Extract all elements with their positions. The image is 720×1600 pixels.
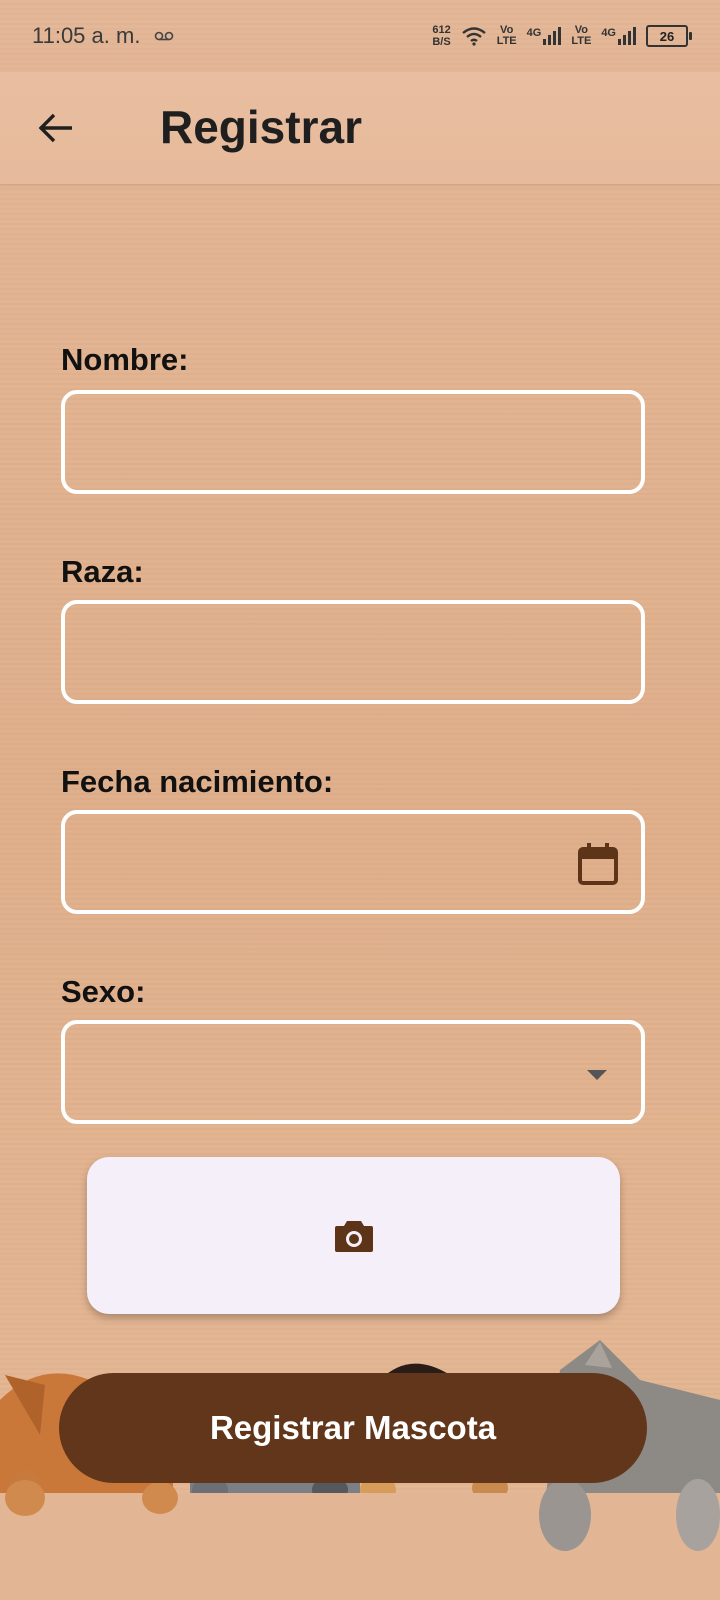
status-right: 612 B/S Vo LTE 4G Vo LTE 4G 26 bbox=[432, 24, 692, 48]
camera-icon bbox=[334, 1220, 373, 1252]
signal-bars-2-icon bbox=[618, 27, 636, 45]
volte-1-bottom: LTE bbox=[496, 35, 517, 47]
raza-label: Raza: bbox=[61, 554, 144, 589]
battery-icon: 26 bbox=[646, 25, 692, 47]
status-bar: 11:05 a. m. 612 B/S Vo LTE 4G Vo LTE 4G … bbox=[0, 0, 720, 72]
calendar-icon[interactable] bbox=[577, 842, 619, 886]
battery-level: 26 bbox=[659, 28, 675, 44]
register-pet-button[interactable]: Registrar Mascota bbox=[59, 1373, 647, 1483]
raza-input[interactable] bbox=[65, 604, 641, 700]
network-type-2: 4G bbox=[601, 27, 616, 39]
fecha-field[interactable] bbox=[61, 810, 645, 914]
nombre-field[interactable] bbox=[61, 390, 645, 494]
volte-2-bottom: LTE bbox=[571, 35, 592, 47]
network-speed-unit: B/S bbox=[432, 36, 451, 48]
network-type-1: 4G bbox=[526, 27, 542, 39]
network-speed: 612 B/S bbox=[432, 24, 450, 48]
volte-1: Vo LTE bbox=[497, 25, 517, 47]
page-title: Registrar bbox=[160, 101, 362, 153]
raza-field[interactable] bbox=[61, 600, 645, 704]
nombre-label: Nombre: bbox=[61, 342, 189, 377]
signal-1: 4G bbox=[527, 27, 562, 45]
clock: 11:05 a. m. bbox=[32, 23, 141, 48]
sexo-select[interactable] bbox=[61, 1020, 645, 1124]
add-photo-button[interactable] bbox=[87, 1157, 620, 1314]
sexo-label: Sexo: bbox=[61, 974, 146, 1009]
nombre-input[interactable] bbox=[65, 394, 641, 490]
signal-bars-1-icon bbox=[543, 27, 562, 45]
fecha-label: Fecha nacimiento: bbox=[61, 764, 334, 799]
fecha-input[interactable] bbox=[65, 814, 641, 910]
network-speed-value: 612 bbox=[432, 24, 451, 36]
wifi-icon bbox=[461, 27, 486, 46]
app-bar: Registrar bbox=[0, 72, 720, 185]
back-button[interactable] bbox=[32, 104, 80, 152]
dropdown-arrow-icon[interactable] bbox=[587, 1070, 607, 1080]
status-left: 11:05 a. m. bbox=[32, 23, 174, 49]
volte-2: Vo LTE bbox=[571, 25, 591, 47]
signal-2: 4G bbox=[601, 27, 636, 45]
voicemail-icon bbox=[155, 31, 174, 41]
arrow-back-icon bbox=[38, 113, 72, 143]
